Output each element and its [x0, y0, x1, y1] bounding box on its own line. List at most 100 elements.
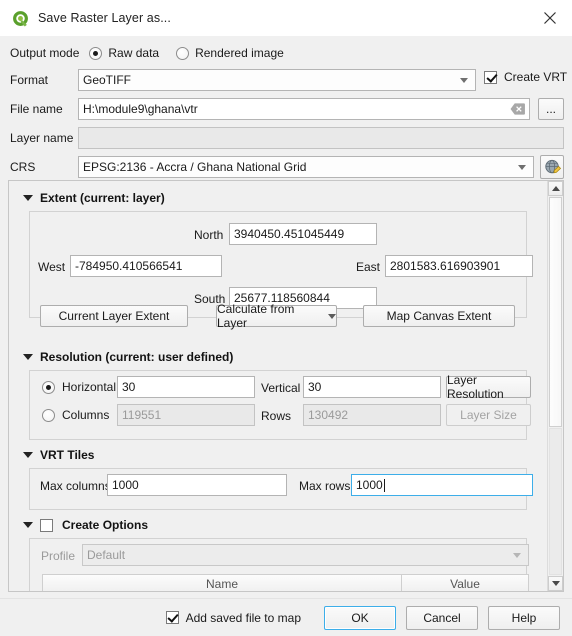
select-crs-button[interactable]: [540, 155, 564, 179]
crs-combobox[interactable]: EPSG:2136 - Accra / Ghana National Grid: [78, 156, 534, 178]
radio-raw-data-indicator[interactable]: [89, 46, 103, 60]
radio-columns[interactable]: Columns: [42, 404, 109, 426]
chevron-down-icon: [518, 165, 526, 170]
vrt-tiles-group-toggle[interactable]: VRT Tiles: [23, 446, 94, 464]
layer-resolution-button[interactable]: Layer Resolution: [446, 373, 531, 401]
format-combobox[interactable]: GeoTIFF: [78, 69, 476, 91]
profile-value: Default: [87, 548, 126, 562]
file-name-field-wrap: H:\module9\ghana\vtr: [78, 98, 530, 120]
add-saved-file-checkbox[interactable]: Add saved file to map: [165, 610, 301, 625]
max-columns-label: Max columns: [40, 479, 111, 493]
max-rows-label: Max rows: [299, 479, 351, 493]
profile-label: Profile: [41, 549, 76, 563]
options-scrollbar[interactable]: [547, 181, 563, 591]
globe-edit-icon: [544, 159, 561, 173]
cancel-button[interactable]: Cancel: [406, 605, 478, 630]
radio-raw-data[interactable]: Raw data: [89, 46, 159, 60]
horizontal-resolution-input[interactable]: 30: [117, 376, 255, 398]
format-value: GeoTIFF: [83, 73, 132, 87]
radio-horizontal[interactable]: Horizontal: [42, 376, 116, 398]
radio-rendered-image-indicator[interactable]: [176, 46, 190, 60]
columns-input[interactable]: 119551: [117, 404, 255, 426]
layer-size-button[interactable]: Layer Size: [446, 404, 531, 426]
create-options-checkbox[interactable]: [40, 518, 53, 532]
north-input[interactable]: 3940450.451045449: [229, 223, 377, 245]
chevron-down-icon: [328, 313, 336, 319]
resolution-group-title: Resolution (current: user defined): [40, 350, 234, 364]
create-vrt-label: Create VRT: [504, 70, 568, 84]
chevron-down-icon: [460, 78, 468, 83]
rows-input[interactable]: 130492: [303, 404, 441, 426]
east-label: East: [356, 260, 381, 274]
qgis-logo-icon: [13, 10, 28, 26]
file-browse-button[interactable]: ...: [538, 98, 564, 120]
west-input[interactable]: -784950.410566541: [70, 255, 222, 277]
scroll-up-button[interactable]: [548, 181, 563, 196]
create-options-group-title: Create Options: [62, 518, 149, 532]
file-name-label: File name: [10, 102, 63, 116]
ok-button[interactable]: OK: [324, 605, 396, 630]
current-layer-extent-button[interactable]: Current Layer Extent: [40, 305, 188, 327]
radio-rendered-image-label: Rendered image: [195, 46, 284, 60]
options-scroll-area: Extent (current: layer) North 3940450.45…: [8, 180, 564, 592]
layer-name-row: Layer name: [10, 127, 78, 149]
calculate-from-layer-button[interactable]: Calculate from Layer: [216, 302, 337, 330]
triangle-down-icon: [23, 522, 33, 528]
vertical-label: Vertical: [261, 381, 301, 395]
scroll-up-arrow-icon: [551, 186, 560, 191]
crs-label: CRS: [10, 160, 36, 174]
window-title: Save Raster Layer as...: [38, 11, 171, 25]
add-saved-file-checkbox-indicator[interactable]: [165, 611, 179, 624]
file-name-input[interactable]: H:\module9\ghana\vtr: [78, 98, 530, 120]
radio-rendered-image[interactable]: Rendered image: [176, 46, 284, 60]
dialog-button-bar: Add saved file to map OK Cancel Help: [0, 598, 572, 636]
format-label: Format: [10, 73, 49, 87]
vrt-tiles-group-title: VRT Tiles: [40, 448, 95, 462]
max-columns-input[interactable]: 1000: [107, 474, 287, 496]
triangle-down-icon: [23, 452, 33, 458]
north-label: North: [194, 228, 224, 242]
extent-group-toggle[interactable]: Extent (current: layer): [23, 189, 165, 207]
radio-horizontal-label: Horizontal: [62, 380, 117, 394]
map-canvas-extent-button[interactable]: Map Canvas Extent: [363, 305, 515, 327]
crs-value: EPSG:2136 - Accra / Ghana National Grid: [83, 160, 307, 174]
title-bar: Save Raster Layer as...: [0, 0, 572, 36]
scroll-track[interactable]: [549, 428, 562, 575]
create-vrt-checkbox-indicator[interactable]: [484, 70, 497, 84]
radio-raw-data-label: Raw data: [108, 46, 160, 60]
close-button[interactable]: [528, 0, 572, 36]
create-options-group-toggle[interactable]: Create Options: [23, 516, 148, 534]
resolution-group-toggle[interactable]: Resolution (current: user defined): [23, 348, 233, 366]
table-column-name[interactable]: Name: [42, 574, 402, 591]
help-button[interactable]: Help: [488, 605, 560, 630]
clear-icon[interactable]: [510, 103, 525, 116]
layer-name-input[interactable]: [78, 127, 564, 149]
add-saved-file-label: Add saved file to map: [185, 610, 301, 625]
options-scroll-content: Extent (current: layer) North 3940450.45…: [9, 181, 547, 591]
table-column-value[interactable]: Value: [402, 574, 529, 591]
vertical-resolution-input[interactable]: 30: [303, 376, 441, 398]
format-row: Format: [10, 69, 78, 91]
scroll-thumb[interactable]: [549, 197, 562, 427]
max-rows-input[interactable]: 1000: [351, 474, 533, 496]
output-mode-row: Output mode Raw data Rendered image: [10, 42, 284, 64]
create-options-table-header: Name Value: [42, 574, 529, 591]
triangle-down-icon: [23, 354, 33, 360]
radio-columns-indicator[interactable]: [42, 408, 55, 422]
east-input[interactable]: 2801583.616903901: [385, 255, 533, 277]
text-caret: [383, 478, 385, 492]
west-label: West: [38, 260, 66, 274]
create-vrt-checkbox[interactable]: Create VRT: [484, 70, 567, 84]
calculate-from-layer-label: Calculate from Layer: [217, 302, 295, 330]
radio-columns-label: Columns: [62, 408, 110, 422]
file-name-row: File name: [10, 98, 78, 120]
layer-name-label: Layer name: [10, 131, 74, 145]
profile-combobox[interactable]: Default: [82, 544, 529, 566]
radio-horizontal-indicator[interactable]: [42, 380, 55, 394]
rows-label: Rows: [261, 409, 292, 423]
output-mode-label: Output mode: [10, 46, 80, 60]
crs-row: CRS: [10, 156, 78, 178]
scroll-down-button[interactable]: [548, 576, 563, 591]
chevron-down-icon: [513, 553, 521, 558]
close-icon: [544, 12, 556, 24]
